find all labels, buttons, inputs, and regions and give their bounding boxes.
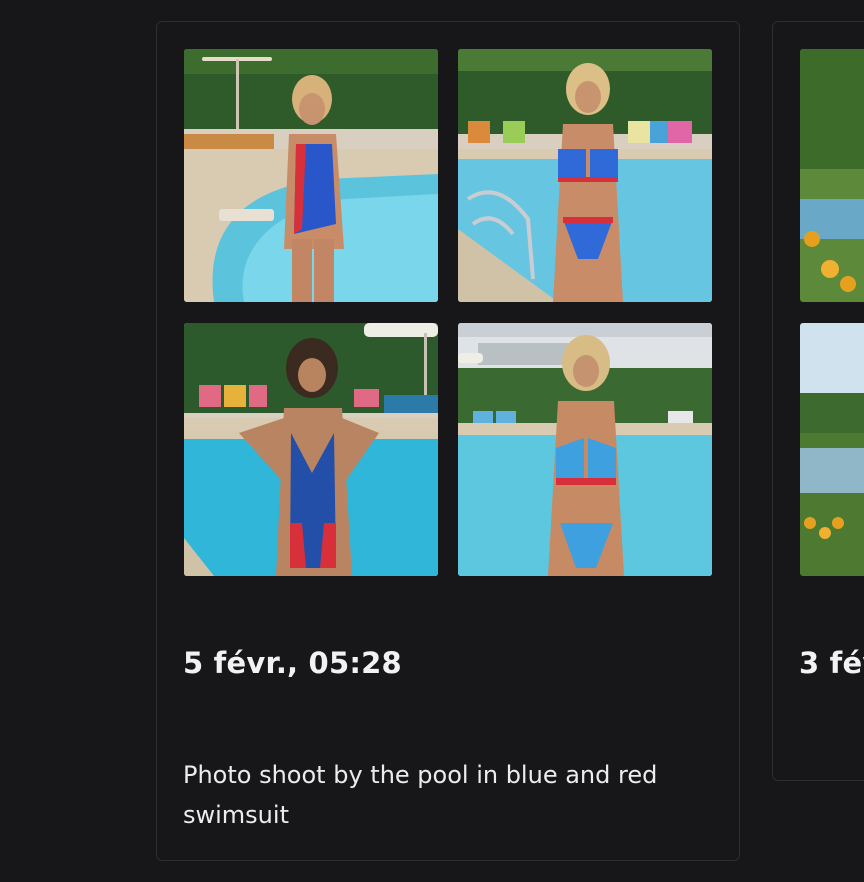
poolside-photo-1-image	[184, 49, 438, 302]
generation-card[interactable]: 5 févr., 05:28 Photo shoot by the pool i…	[156, 21, 740, 861]
poolside-photo-1[interactable]	[184, 49, 438, 302]
garden-photo-1-image	[800, 49, 864, 302]
generation-date: 5 févr., 05:28	[183, 646, 402, 680]
garden-photo-1[interactable]	[800, 49, 864, 302]
generation-card-next[interactable]: 3 fév	[772, 21, 864, 781]
poolside-photo-3-image	[184, 323, 438, 576]
poolside-photo-2-image	[458, 49, 712, 302]
poolside-photo-4[interactable]	[458, 323, 712, 576]
poolside-photo-4-image	[458, 323, 712, 576]
poolside-photo-3[interactable]	[184, 323, 438, 576]
poolside-photo-2[interactable]	[458, 49, 712, 302]
lake-photo-2-image	[800, 323, 864, 576]
generation-date-next: 3 fév	[799, 646, 864, 680]
prompt-description: Photo shoot by the pool in blue and red …	[183, 761, 658, 829]
lake-photo-2[interactable]	[800, 323, 864, 576]
